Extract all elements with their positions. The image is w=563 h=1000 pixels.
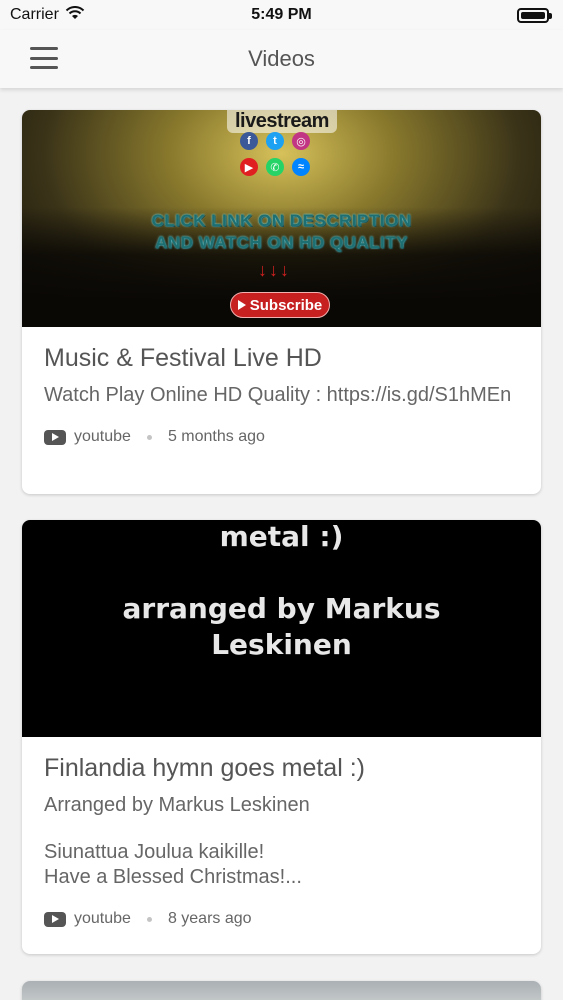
video-age: 5 months ago — [167, 428, 265, 445]
video-description: Arranged by Markus Leskinen — [44, 794, 310, 816]
video-source: youtube — [74, 428, 131, 445]
hamburger-menu-icon[interactable] — [30, 47, 58, 69]
video-thumbnail[interactable]: metal :) arranged by Markus Leskinen — [22, 520, 541, 737]
thumbnail-text: metal :) — [219, 520, 344, 553]
page-title: Videos — [248, 46, 315, 71]
description-line: Siunattua Joulua kaikille! — [44, 841, 265, 863]
twitter-icon: t — [266, 132, 284, 150]
separator-dot — [146, 434, 152, 440]
wifi-icon — [65, 5, 85, 25]
thumbnail-caption: CLICK LINK ON DESCRIPTION AND WATCH ON H… — [22, 210, 541, 254]
description-line: Have a Blessed Christmas!... — [44, 866, 302, 888]
play-icon — [237, 300, 246, 310]
video-title[interactable]: Finlandia hymn goes metal :) — [44, 753, 519, 783]
status-left: Carrier — [10, 5, 85, 25]
youtube-icon — [44, 429, 66, 445]
messenger-icon: ≈ — [292, 158, 310, 176]
card-body: Music & Festival Live HD Watch Play Onli… — [22, 343, 541, 446]
video-feed[interactable]: livestream f t ◎ ▶ ✆ ≈ CLICK LINK ON DES… — [0, 88, 563, 1000]
youtube-icon — [44, 911, 66, 927]
video-source: youtube — [74, 910, 131, 927]
youtube-icon: ▶ — [240, 158, 258, 176]
carrier-label: Carrier — [10, 6, 59, 23]
caption-line: CLICK LINK ON DESCRIPTION — [151, 211, 412, 230]
video-meta: youtube 5 months ago — [44, 428, 519, 446]
card-body: Finlandia hymn goes metal :) Arranged by… — [22, 753, 541, 928]
battery-icon — [517, 7, 552, 23]
video-description: Watch Play Online HD Quality : https://i… — [44, 384, 512, 406]
video-card[interactable]: livestream f t ◎ ▶ ✆ ≈ CLICK LINK ON DES… — [22, 110, 541, 494]
caption-line: AND WATCH ON HD QUALITY — [155, 233, 408, 252]
video-description: Siunattua Joulua kaikille! Have a Blesse… — [44, 840, 519, 890]
social-icons-row: f t ◎ — [240, 132, 310, 150]
arrow-down-icon: ↓↓↓ — [258, 260, 291, 280]
video-card[interactable]: metal :) arranged by Markus Leskinen Fin… — [22, 520, 541, 954]
subscribe-label: Subscribe — [249, 296, 323, 314]
thumbnail-text: Leskinen — [211, 628, 352, 661]
separator-dot — [146, 916, 152, 922]
video-card[interactable] — [22, 981, 541, 1000]
thumbnail-text: arranged by Markus — [122, 592, 441, 625]
video-thumbnail[interactable]: livestream f t ◎ ▶ ✆ ≈ CLICK LINK ON DES… — [22, 110, 541, 327]
video-title[interactable]: Music & Festival Live HD — [44, 343, 519, 373]
video-age: 8 years ago — [167, 910, 252, 927]
status-bar: Carrier 5:49 PM — [0, 0, 563, 30]
livestream-logo: livestream — [227, 110, 337, 133]
social-icons-row: ▶ ✆ ≈ — [240, 158, 310, 176]
whatsapp-icon: ✆ — [266, 158, 284, 176]
instagram-icon: ◎ — [292, 132, 310, 150]
video-thumbnail[interactable] — [22, 981, 541, 1000]
subscribe-badge: Subscribe — [230, 292, 330, 318]
video-meta: youtube 8 years ago — [44, 910, 519, 928]
facebook-icon: f — [240, 132, 258, 150]
nav-bar: Videos — [0, 30, 563, 88]
